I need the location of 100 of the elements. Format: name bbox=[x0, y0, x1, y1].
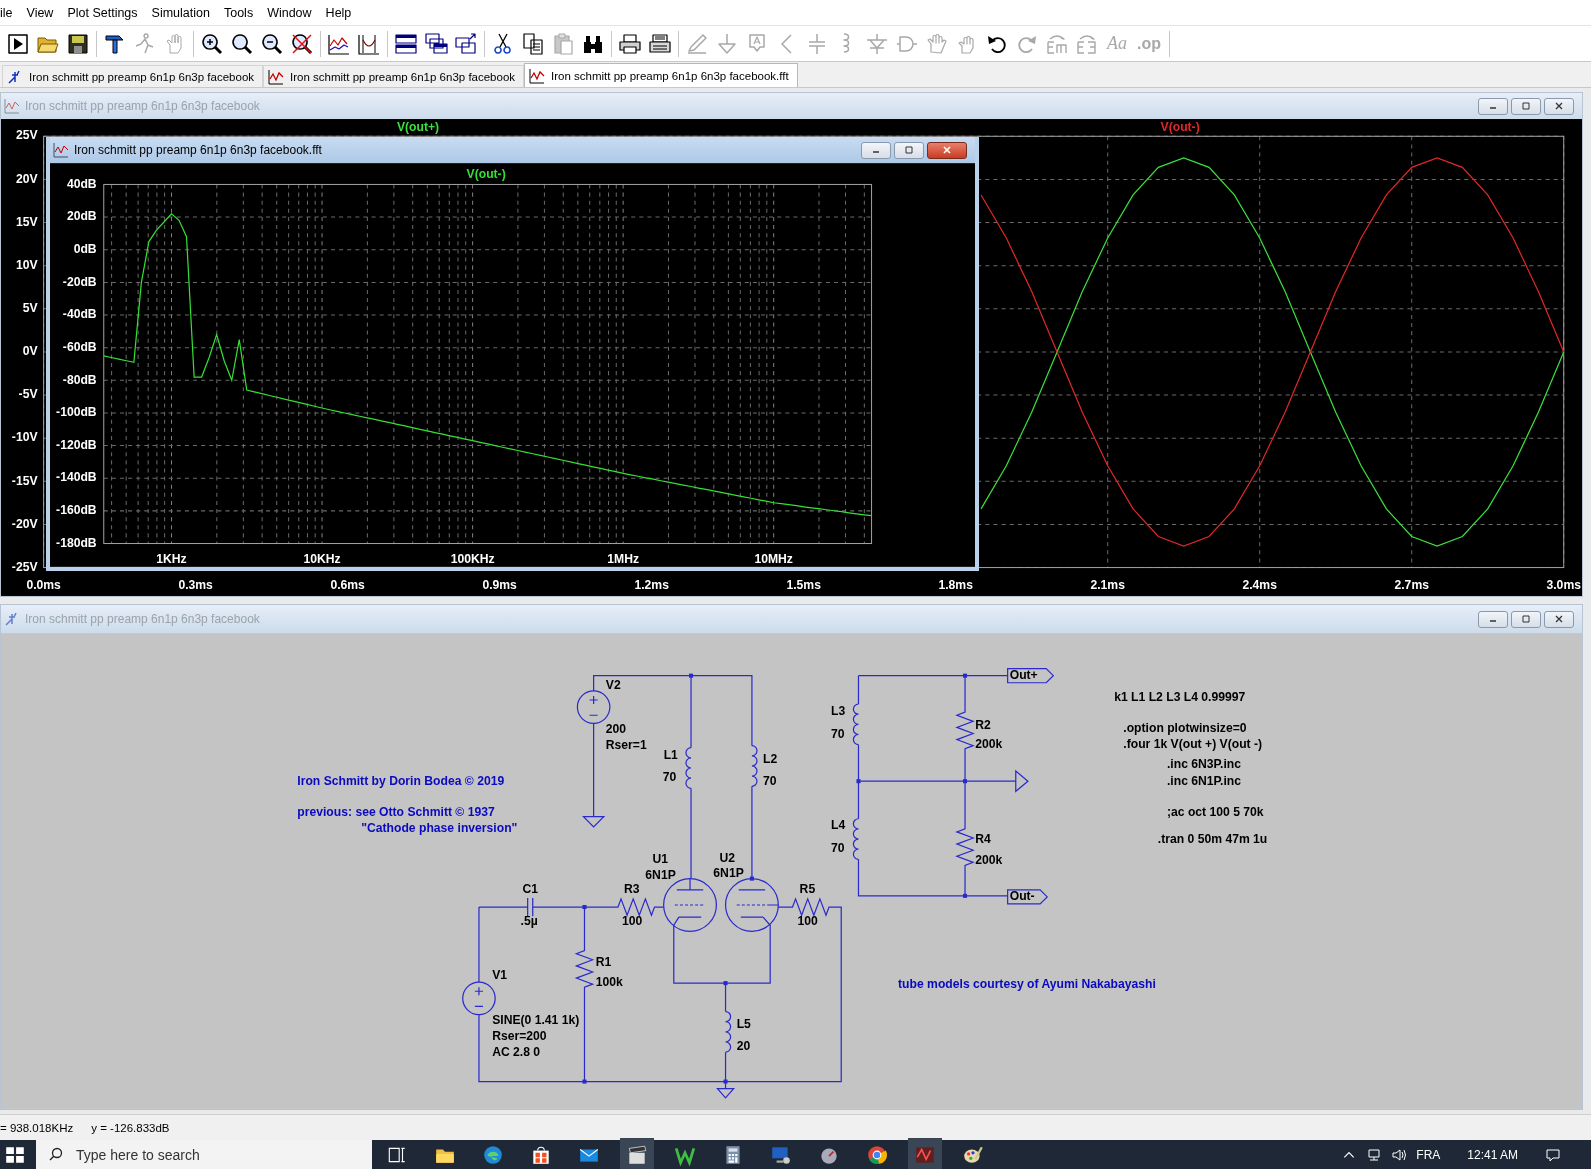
menu-item[interactable]: Plot Settings bbox=[60, 5, 145, 20]
document-tab[interactable]: Iron schmitt pp preamp 6n1p 6n3p facebook bbox=[263, 65, 525, 87]
component-label[interactable]: 70 bbox=[831, 841, 845, 856]
maximize-button[interactable] bbox=[894, 141, 924, 159]
component-label[interactable]: 20 bbox=[736, 1039, 751, 1054]
component-label[interactable]: R5 bbox=[799, 882, 816, 896]
axis-label: 1KHz bbox=[156, 551, 187, 566]
component-label[interactable]: R1 bbox=[595, 955, 612, 970]
port-label[interactable]: Out+ bbox=[1009, 667, 1038, 682]
cascade-windows-icon[interactable] bbox=[424, 31, 448, 56]
axis-label: 0.9ms bbox=[482, 578, 517, 593]
component-label[interactable]: R2 bbox=[975, 717, 991, 732]
component-label[interactable]: V2 bbox=[605, 678, 621, 692]
zoom-icon[interactable] bbox=[230, 31, 254, 56]
printer-icon[interactable] bbox=[618, 31, 642, 56]
component-label[interactable]: 200k bbox=[975, 736, 1003, 751]
component-label[interactable]: 100 bbox=[797, 914, 818, 929]
axis-label: 1.2ms bbox=[634, 578, 669, 593]
volume-icon[interactable] bbox=[1391, 1147, 1408, 1162]
maximize-icon bbox=[1520, 615, 1532, 623]
spice-directive[interactable]: ;ac oct 100 5 70k bbox=[1166, 804, 1264, 819]
component-label[interactable]: C1 bbox=[522, 882, 539, 896]
comment-text[interactable]: previous: see Otto Schmitt © 1937 bbox=[297, 804, 495, 819]
component-label[interactable]: 100k bbox=[595, 975, 623, 990]
menu-item[interactable]: ile bbox=[0, 5, 20, 20]
component-label[interactable]: 100 bbox=[622, 914, 643, 929]
component-label[interactable]: 200k bbox=[975, 852, 1003, 867]
zoom-out-icon[interactable] bbox=[260, 31, 284, 56]
browser-icon[interactable] bbox=[482, 1143, 504, 1166]
clock-text[interactable]: 12:41 AM bbox=[1449, 1147, 1536, 1162]
comment-text[interactable]: tube models courtesy of Ayumi Nakabayashi bbox=[898, 977, 1156, 992]
close-button[interactable] bbox=[1544, 97, 1574, 115]
network-icon[interactable] bbox=[1366, 1147, 1383, 1162]
printer-setup-icon[interactable] bbox=[648, 31, 672, 56]
component-label[interactable]: Rser=1 bbox=[605, 737, 647, 752]
component-label[interactable]: 70 bbox=[831, 726, 845, 741]
component-label[interactable]: R3 bbox=[624, 882, 640, 896]
search-field[interactable]: Type here to search bbox=[36, 1140, 372, 1169]
close-icon bbox=[1553, 615, 1565, 623]
component-label[interactable]: L4 bbox=[831, 818, 846, 833]
comment-text[interactable]: "Cathode phase inversion" bbox=[361, 821, 518, 836]
spice-directive[interactable]: .inc 6N1P.inc bbox=[1166, 774, 1242, 789]
component-label[interactable]: SINE(0 1.41 1k) bbox=[492, 1012, 580, 1027]
save-icon[interactable] bbox=[66, 31, 90, 56]
trace-label[interactable]: V(out-) bbox=[466, 166, 506, 181]
spice-directive[interactable]: k1 L1 L2 L3 L4 0.99997 bbox=[1114, 690, 1246, 705]
spice-directive[interactable]: .four 1k V(out +) V(out -) bbox=[1123, 736, 1263, 751]
component-label[interactable]: L1 bbox=[663, 748, 678, 763]
schematic-icon bbox=[7, 68, 23, 85]
spice-directive[interactable]: .tran 0 50m 47m 1u bbox=[1157, 832, 1268, 847]
menu-item[interactable]: Window bbox=[260, 5, 319, 20]
port-label[interactable]: Out- bbox=[1009, 889, 1035, 904]
round-browser-icon[interactable] bbox=[866, 1143, 888, 1166]
close-icon bbox=[941, 146, 953, 154]
component-label[interactable]: 70 bbox=[662, 770, 677, 785]
status-text: y = -126.833dB bbox=[91, 1121, 170, 1134]
minimize-button[interactable] bbox=[861, 141, 891, 159]
run-icon[interactable] bbox=[6, 31, 30, 56]
component-label[interactable]: L2 bbox=[763, 752, 778, 767]
component-label[interactable]: 6N1P bbox=[645, 867, 676, 882]
spice-directive[interactable]: .inc 6N3P.inc bbox=[1166, 757, 1242, 772]
document-tab[interactable]: Iron schmitt pp preamp 6n1p 6n3p facebook bbox=[2, 65, 264, 87]
tile-windows-icon[interactable] bbox=[394, 31, 418, 56]
axis-label: -20dB bbox=[62, 274, 97, 289]
axis-label: 100KHz bbox=[450, 551, 495, 566]
component-label[interactable]: L5 bbox=[736, 1016, 751, 1031]
component-label[interactable]: U2 bbox=[719, 850, 735, 865]
component-label[interactable]: 200 bbox=[605, 721, 627, 736]
component-label[interactable]: AC 2.8 0 bbox=[492, 1045, 541, 1060]
document-tab[interactable]: Iron schmitt pp preamp 6n1p 6n3p facebook.fft bbox=[524, 63, 798, 87]
comment-text[interactable]: Iron Schmitt by Dorin Bodea © 2019 bbox=[297, 774, 505, 789]
close-button[interactable] bbox=[927, 141, 967, 159]
menu-item[interactable]: Simulation bbox=[144, 5, 217, 20]
spice-directive[interactable]: .option plotwinsize=0 bbox=[1123, 720, 1247, 735]
component-label[interactable]: L3 bbox=[831, 704, 846, 719]
axis-label: 0dB bbox=[73, 241, 97, 256]
menu-item[interactable]: Tools bbox=[216, 5, 261, 20]
component-label[interactable]: V1 bbox=[492, 968, 507, 983]
menu-item[interactable]: Help bbox=[318, 5, 359, 20]
axis-label: 20dB bbox=[66, 209, 97, 224]
copy-icon[interactable] bbox=[521, 31, 545, 56]
component-label[interactable]: 6N1P bbox=[713, 865, 744, 880]
axis-label: -60dB bbox=[62, 339, 97, 354]
zoom-in-icon[interactable] bbox=[200, 31, 224, 56]
component-label[interactable]: 70 bbox=[763, 774, 777, 789]
minimize-button[interactable] bbox=[1478, 610, 1508, 628]
component-label[interactable]: Rser=200 bbox=[492, 1029, 547, 1044]
waveform-icon bbox=[268, 68, 285, 85]
minimize-button[interactable] bbox=[1478, 97, 1508, 115]
component-label[interactable]: R4 bbox=[975, 832, 991, 847]
component-label[interactable]: U1 bbox=[652, 851, 668, 866]
menu-item[interactable]: View bbox=[19, 5, 61, 20]
notification-icon[interactable] bbox=[1545, 1147, 1561, 1162]
language-indicator[interactable]: FRA bbox=[1416, 1147, 1441, 1162]
trace-label[interactable]: V(out+) bbox=[396, 120, 440, 135]
close-button[interactable] bbox=[1544, 610, 1574, 628]
component-label[interactable]: .5µ bbox=[520, 914, 538, 929]
zoom-cancel-icon[interactable] bbox=[290, 31, 314, 56]
arrange-windows-icon[interactable] bbox=[454, 31, 478, 56]
trace-label[interactable]: V(out-) bbox=[1160, 120, 1200, 135]
